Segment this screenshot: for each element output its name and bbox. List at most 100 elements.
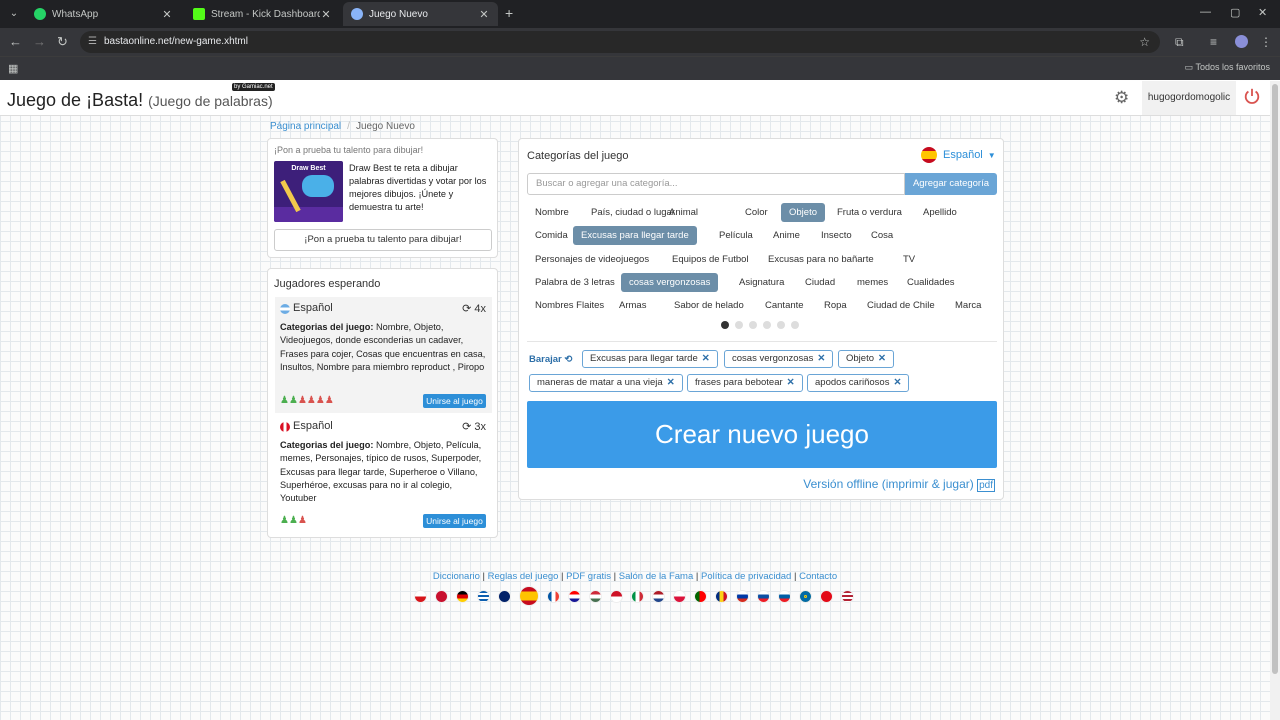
category-chip[interactable]: TV xyxy=(895,250,923,269)
category-chip[interactable]: Cualidades xyxy=(899,273,963,292)
category-chip[interactable]: Cosa xyxy=(863,226,901,245)
menu-icon[interactable]: ⋮ xyxy=(1260,35,1272,49)
category-chip[interactable]: Color xyxy=(737,203,776,222)
footer-link-privacidad[interactable]: Política de privacidad xyxy=(701,571,791,582)
category-chip[interactable]: memes xyxy=(849,273,896,292)
language-dropdown[interactable]: Español ▼ xyxy=(921,147,996,163)
slovakia-flag-icon[interactable] xyxy=(757,589,770,603)
page-title[interactable]: Juego de ¡Basta! (Juego de palabras) xyxy=(7,90,273,111)
new-tab-icon[interactable]: + xyxy=(505,5,513,21)
tab-juego-nuevo[interactable]: Juego Nuevo ✕ xyxy=(343,2,498,26)
remove-tag-icon[interactable]: ✕ xyxy=(893,377,901,388)
add-category-button[interactable]: Agregar categoría xyxy=(905,173,997,195)
offline-version-link[interactable]: Versión offline (imprimir & jugar) pdf xyxy=(789,477,995,492)
category-chip[interactable]: Asignatura xyxy=(731,273,792,292)
bookmark-star-icon[interactable]: ☆ xyxy=(1139,31,1150,53)
denmark-flag-icon[interactable] xyxy=(435,589,448,603)
category-chip[interactable]: Ropa xyxy=(816,296,855,315)
shuffle-button[interactable]: Barajar ⟲ xyxy=(529,354,572,365)
page-dot[interactable] xyxy=(791,321,799,329)
category-chip[interactable]: Personajes de videojuegos xyxy=(527,250,657,269)
category-chip[interactable]: Objeto xyxy=(781,203,825,222)
sweden-flag-icon[interactable] xyxy=(799,589,812,603)
footer-link-pdf[interactable]: PDF gratis xyxy=(566,571,611,582)
category-chip[interactable]: Anime xyxy=(765,226,808,245)
croatia-flag-icon[interactable] xyxy=(568,589,581,603)
settings-gear-icon[interactable]: ⚙ xyxy=(1114,88,1129,108)
category-chip[interactable]: Animal xyxy=(661,203,706,222)
tab-kick[interactable]: Stream - Kick Dashboard ✕ xyxy=(185,2,340,26)
usa-flag-icon[interactable] xyxy=(841,589,854,603)
page-dot[interactable] xyxy=(763,321,771,329)
page-dot[interactable] xyxy=(749,321,757,329)
extensions-icon[interactable]: ⧉ xyxy=(1175,35,1184,50)
minimize-icon[interactable]: — xyxy=(1200,6,1211,18)
category-chip[interactable]: Ciudad de Chile xyxy=(859,296,943,315)
portugal-flag-icon[interactable] xyxy=(694,589,707,603)
category-chip[interactable]: Nombre xyxy=(527,203,577,222)
gamiac-badge[interactable]: by Gamiac.net xyxy=(232,83,275,91)
reload-icon[interactable]: ↻ xyxy=(57,35,68,49)
tab-search-icon[interactable]: ⌄ xyxy=(6,6,22,22)
join-game-button[interactable]: Unirse al juego xyxy=(423,514,486,528)
category-chip[interactable]: Película xyxy=(711,226,761,245)
draw-best-image[interactable]: Draw Best xyxy=(274,161,343,222)
category-chip[interactable]: Armas xyxy=(611,296,654,315)
turkey-flag-icon[interactable] xyxy=(820,589,833,603)
close-tab-icon[interactable]: ✕ xyxy=(161,8,173,21)
france-flag-icon[interactable] xyxy=(547,589,560,603)
uk-flag-icon[interactable] xyxy=(498,589,511,603)
category-chip[interactable]: cosas vergonzosas xyxy=(621,273,719,292)
tab-whatsapp[interactable]: WhatsApp ✕ xyxy=(26,2,181,26)
category-search-input[interactable]: Buscar o agregar una categoría... xyxy=(527,173,905,195)
category-chip[interactable]: Sabor de helado xyxy=(666,296,752,315)
media-icon[interactable]: ≡ xyxy=(1210,35,1217,49)
page-dot[interactable] xyxy=(721,321,729,329)
back-icon[interactable]: ← xyxy=(9,35,22,49)
category-chip[interactable]: Nombres Flaites xyxy=(527,296,612,315)
category-chip[interactable]: Equipos de Futbol xyxy=(664,250,757,269)
hungary-flag-icon[interactable] xyxy=(589,589,602,603)
draw-best-button[interactable]: ¡Pon a prueba tu talento para dibujar! xyxy=(274,229,492,251)
germany-flag-icon[interactable] xyxy=(456,589,469,603)
category-chip[interactable]: Marca xyxy=(947,296,989,315)
page-dot[interactable] xyxy=(777,321,785,329)
czech-flag-icon[interactable] xyxy=(414,589,427,603)
remove-tag-icon[interactable]: ✕ xyxy=(787,377,795,388)
footer-link-diccionario[interactable]: Diccionario xyxy=(433,571,480,582)
apps-grid-icon[interactable]: ▦ xyxy=(8,62,18,75)
indonesia-flag-icon[interactable] xyxy=(610,589,623,603)
restore-icon[interactable]: ▢ xyxy=(1230,6,1240,19)
window-close-icon[interactable]: ✕ xyxy=(1258,6,1267,19)
category-chip[interactable]: Excusas para no bañarte xyxy=(760,250,882,269)
russia-flag-icon[interactable] xyxy=(736,589,749,603)
romania-flag-icon[interactable] xyxy=(715,589,728,603)
netherlands-flag-icon[interactable] xyxy=(652,589,665,603)
close-tab-icon[interactable]: ✕ xyxy=(320,8,332,21)
poland-flag-icon[interactable] xyxy=(673,589,686,603)
category-chip[interactable]: Cantante xyxy=(757,296,812,315)
join-game-button[interactable]: Unirse al juego xyxy=(423,394,486,408)
category-chip[interactable]: Ciudad xyxy=(797,273,843,292)
remove-tag-icon[interactable]: ✕ xyxy=(817,353,825,364)
italy-flag-icon[interactable] xyxy=(631,589,644,603)
scrollbar-thumb[interactable] xyxy=(1272,84,1278,674)
close-tab-icon[interactable]: ✕ xyxy=(478,8,490,21)
create-game-button[interactable]: Crear nuevo juego xyxy=(527,401,997,468)
category-chip[interactable]: Palabra de 3 letras xyxy=(527,273,623,292)
category-chip[interactable]: Fruta o verdura xyxy=(829,203,910,222)
footer-link-salon[interactable]: Salón de la Fama xyxy=(619,571,693,582)
power-logout-icon[interactable] xyxy=(1243,87,1261,105)
remove-tag-icon[interactable]: ✕ xyxy=(667,377,675,388)
profile-avatar[interactable] xyxy=(1235,35,1248,48)
remove-tag-icon[interactable]: ✕ xyxy=(702,353,710,364)
remove-tag-icon[interactable]: ✕ xyxy=(878,353,886,364)
footer-link-contacto[interactable]: Contacto xyxy=(799,571,837,582)
category-chip[interactable]: Comida xyxy=(527,226,576,245)
spain-flag-icon[interactable] xyxy=(519,586,539,606)
category-chip[interactable]: Insecto xyxy=(813,226,860,245)
username[interactable]: hugogordomogolic xyxy=(1142,81,1236,115)
forward-icon[interactable]: → xyxy=(33,35,46,49)
breadcrumb-home-link[interactable]: Página principal xyxy=(270,121,341,132)
all-bookmarks[interactable]: ▭ Todos los favoritos xyxy=(1185,62,1270,73)
